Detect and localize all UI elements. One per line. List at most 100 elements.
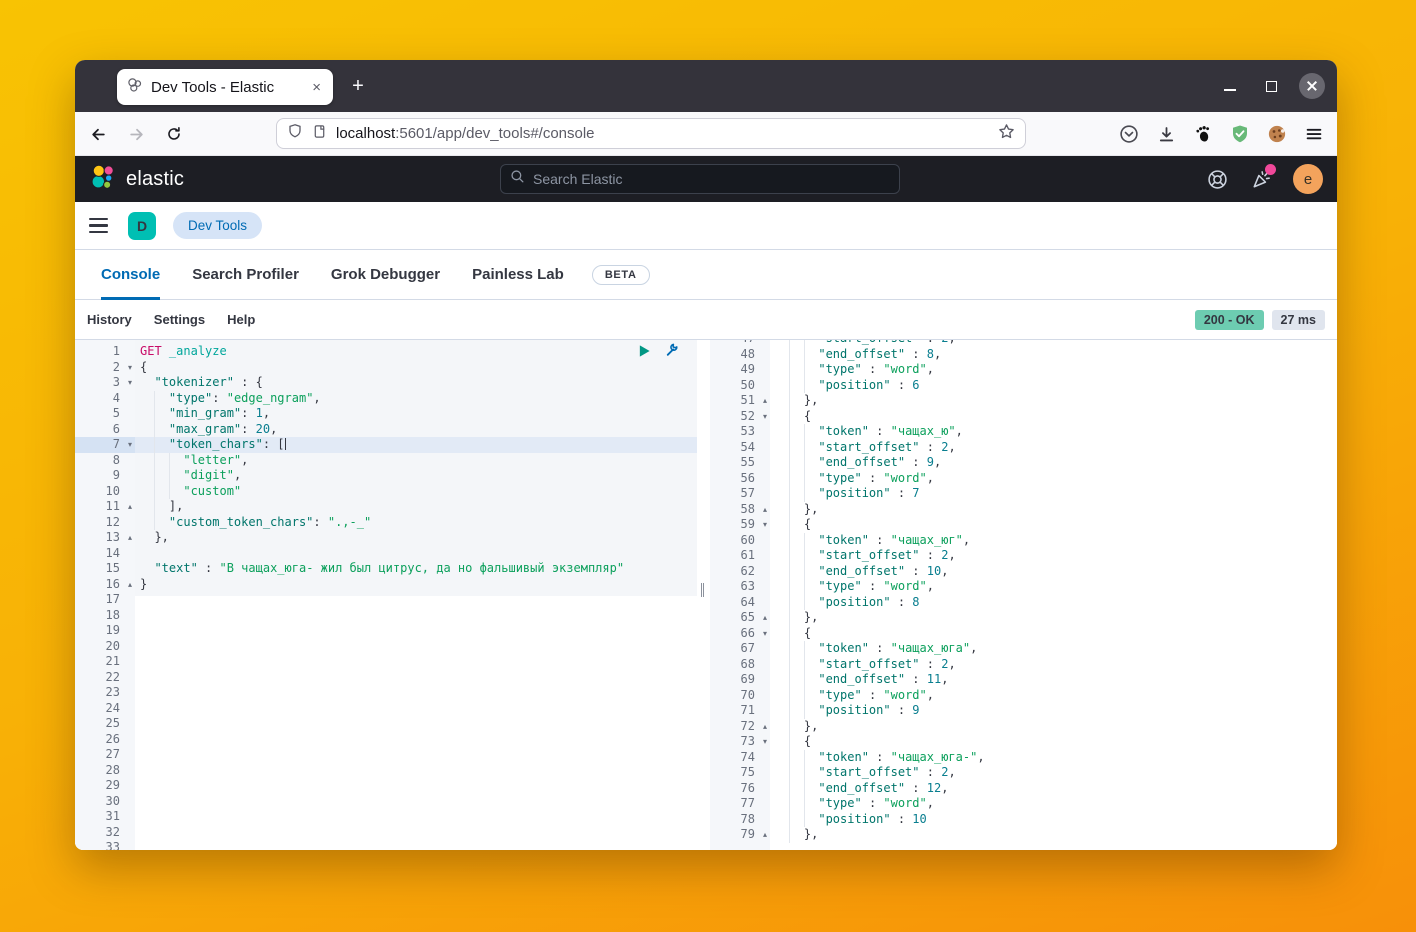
code-line[interactable]: "custom_token_chars": ".,-_" <box>135 515 697 531</box>
gutter-line-number[interactable]: 76 <box>710 781 770 797</box>
breadcrumb[interactable]: Dev Tools <box>173 212 262 239</box>
fold-toggle-icon[interactable]: ▾ <box>128 360 132 376</box>
fold-toggle-icon[interactable]: ▾ <box>763 409 767 425</box>
code-line[interactable] <box>135 592 697 608</box>
code-line[interactable]: "text" : "В чащах_юга- жил был цитрус, д… <box>135 561 697 577</box>
code-line[interactable]: "token" : "чащах_юга", <box>770 641 1337 657</box>
code-line[interactable]: "max_gram": 20, <box>135 422 697 438</box>
gutter-line-number[interactable]: 78 <box>710 812 770 828</box>
code-line[interactable] <box>135 608 697 624</box>
pocket-icon[interactable] <box>1118 123 1140 145</box>
code-line[interactable] <box>135 778 697 794</box>
gutter-line-number[interactable]: 50 <box>710 378 770 394</box>
fold-toggle-icon[interactable]: ▾ <box>763 734 767 750</box>
close-button[interactable] <box>1299 73 1325 99</box>
code-line[interactable]: "position" : 9 <box>770 703 1337 719</box>
maximize-button[interactable] <box>1258 73 1284 99</box>
new-tab-button[interactable]: + <box>343 71 373 101</box>
gutter-line-number[interactable]: 26 <box>75 732 135 748</box>
gutter-line-number[interactable]: 31 <box>75 809 135 825</box>
fold-toggle-icon[interactable]: ▾ <box>763 517 767 533</box>
code-line[interactable]: "end_offset" : 11, <box>770 672 1337 688</box>
gutter-line-number[interactable]: 30 <box>75 794 135 810</box>
code-line[interactable]: "digit", <box>135 468 697 484</box>
response-content[interactable]: "start_offset" : 2, "end_offset" : 8, "t… <box>770 340 1337 850</box>
gutter-line-number[interactable]: 22 <box>75 670 135 686</box>
gutter-line-number[interactable]: 72▴ <box>710 719 770 735</box>
code-line[interactable] <box>135 639 697 655</box>
gutter-line-number[interactable]: 27 <box>75 747 135 763</box>
fold-toggle-icon[interactable]: ▴ <box>763 827 767 843</box>
back-button[interactable] <box>83 119 113 149</box>
gutter-line-number[interactable]: 66▾ <box>710 626 770 642</box>
code-line[interactable] <box>135 546 697 562</box>
code-line[interactable]: { <box>770 517 1337 533</box>
fold-toggle-icon[interactable]: ▴ <box>128 577 132 593</box>
code-line[interactable]: "position" : 10 <box>770 812 1337 828</box>
gutter-line-number[interactable]: 74 <box>710 750 770 766</box>
gutter-line-number[interactable]: 6 <box>75 422 135 438</box>
gutter-line-number[interactable]: 25 <box>75 716 135 732</box>
code-line[interactable]: "start_offset" : 2, <box>770 548 1337 564</box>
code-line[interactable]: "position" : 7 <box>770 486 1337 502</box>
url-bar[interactable]: localhost:5601/app/dev_tools#/console <box>276 118 1026 149</box>
code-line[interactable]: }, <box>770 719 1337 735</box>
code-line[interactable]: "start_offset" : 2, <box>770 440 1337 456</box>
nav-menu-icon[interactable] <box>89 218 111 234</box>
gutter-line-number[interactable]: 63 <box>710 579 770 595</box>
code-line[interactable]: "type" : "word", <box>770 688 1337 704</box>
code-line[interactable]: { <box>770 626 1337 642</box>
newsfeed-icon[interactable] <box>1249 167 1273 191</box>
code-line[interactable]: "token" : "чащах_юг", <box>770 533 1337 549</box>
code-line[interactable]: "type": "edge_ngram", <box>135 391 697 407</box>
gutter-line-number[interactable]: 24 <box>75 701 135 717</box>
gutter-line-number[interactable]: 65▴ <box>710 610 770 626</box>
gutter-line-number[interactable]: 58▴ <box>710 502 770 518</box>
forward-button[interactable] <box>121 119 151 149</box>
response-viewer[interactable]: 4748495051▴52▾535455565758▴59▾6061626364… <box>710 340 1337 850</box>
code-line[interactable]: "start_offset" : 2, <box>770 657 1337 673</box>
code-line[interactable] <box>135 809 697 825</box>
code-line[interactable] <box>135 654 697 670</box>
gutter-line-number[interactable]: 1 <box>75 344 135 360</box>
code-line[interactable]: "custom" <box>135 484 697 500</box>
gutter-line-number[interactable]: 14 <box>75 546 135 562</box>
adguard-shield-icon[interactable] <box>1229 123 1251 145</box>
gutter-line-number[interactable]: 11▴ <box>75 499 135 515</box>
fold-toggle-icon[interactable]: ▴ <box>763 719 767 735</box>
request-editor[interactable]: 12▾3▾4567▾891011▴1213▴141516▴17181920212… <box>75 340 697 850</box>
panel-divider[interactable] <box>697 340 710 850</box>
code-line[interactable] <box>135 623 697 639</box>
gutter-line-number[interactable]: 5 <box>75 406 135 422</box>
divider-handle-icon[interactable] <box>701 583 704 597</box>
code-line[interactable]: GET _analyze <box>135 344 697 360</box>
code-line[interactable]: "token" : "чащах_ю", <box>770 424 1337 440</box>
code-line[interactable]: }, <box>135 530 697 546</box>
search-input[interactable] <box>533 171 890 187</box>
code-line[interactable]: { <box>770 409 1337 425</box>
gutter-line-number[interactable]: 61 <box>710 548 770 564</box>
downloads-icon[interactable] <box>1155 123 1177 145</box>
gutter-line-number[interactable]: 55 <box>710 455 770 471</box>
gutter-line-number[interactable]: 9 <box>75 468 135 484</box>
cookie-icon[interactable] <box>1266 123 1288 145</box>
code-line[interactable]: }, <box>770 827 1337 843</box>
gutter-line-number[interactable]: 20 <box>75 639 135 655</box>
gutter-line-number[interactable]: 75 <box>710 765 770 781</box>
code-line[interactable]: "letter", <box>135 453 697 469</box>
tab-painless-lab[interactable]: Painless Lab <box>472 250 564 299</box>
gutter-line-number[interactable]: 56 <box>710 471 770 487</box>
code-line[interactable] <box>135 747 697 763</box>
gutter-line-number[interactable]: 19 <box>75 623 135 639</box>
gutter-line-number[interactable]: 77 <box>710 796 770 812</box>
gutter-line-number[interactable]: 60 <box>710 533 770 549</box>
space-badge[interactable]: D <box>128 212 156 240</box>
reload-button[interactable] <box>159 119 189 149</box>
fold-toggle-icon[interactable]: ▾ <box>128 375 132 391</box>
gnome-foot-icon[interactable] <box>1192 123 1214 145</box>
gutter-line-number[interactable]: 51▴ <box>710 393 770 409</box>
global-search[interactable] <box>500 164 900 194</box>
help-icon[interactable] <box>1205 167 1229 191</box>
gutter-line-number[interactable]: 12 <box>75 515 135 531</box>
gutter-line-number[interactable]: 4 <box>75 391 135 407</box>
